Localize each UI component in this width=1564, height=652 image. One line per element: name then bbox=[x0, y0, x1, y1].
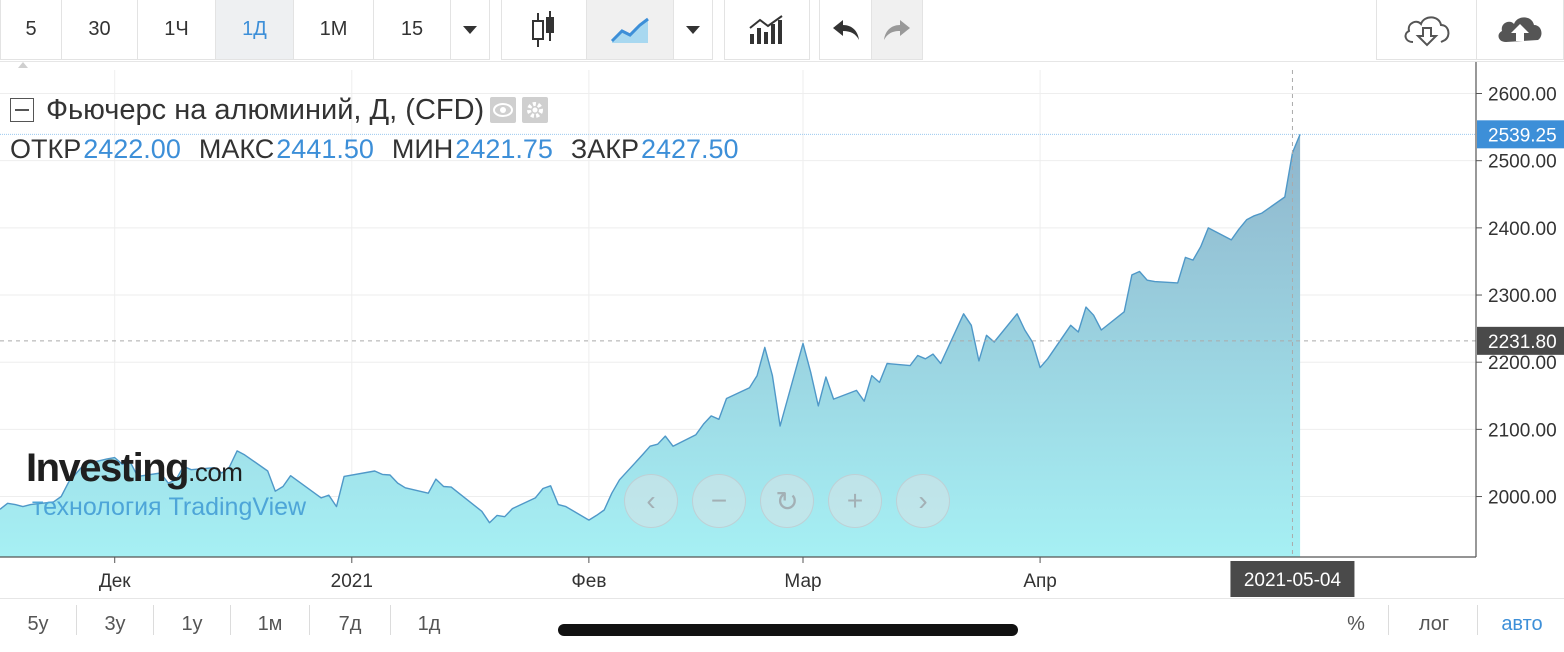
candlestick-icon bbox=[532, 10, 554, 47]
x-tick-label: Апр bbox=[1023, 571, 1057, 592]
ohlc-high-value: 2441.50 bbox=[276, 134, 374, 164]
area-chart-button[interactable] bbox=[586, 0, 674, 60]
chart-type-dropdown[interactable] bbox=[673, 0, 713, 60]
zoom-out-button[interactable]: − bbox=[692, 474, 746, 528]
x-tick-label: Мар bbox=[784, 571, 821, 592]
home-indicator bbox=[558, 624, 1018, 636]
redo-icon bbox=[884, 19, 910, 40]
area-chart-icon bbox=[610, 17, 649, 43]
y-tick-label: 2100.00 bbox=[1488, 420, 1557, 441]
range-3y[interactable]: 3у bbox=[77, 607, 153, 641]
range-1m[interactable]: 1м bbox=[231, 607, 309, 641]
ohlc-values: ОТКР 2422.00 МАКС 2441.50 МИН 2421.75 ЗА… bbox=[10, 134, 757, 165]
cloud-load-button[interactable] bbox=[1376, 0, 1477, 60]
instrument-title: Фьючерс на алюминий, Д, (CFD) bbox=[46, 93, 485, 126]
auto-scale-button[interactable]: авто bbox=[1480, 607, 1564, 641]
interval-15[interactable]: 15 bbox=[373, 0, 451, 60]
gear-icon[interactable] bbox=[522, 97, 549, 123]
ohlc-high: МАКС 2441.50 bbox=[199, 134, 374, 165]
last-price-tag-label: 2539.25 bbox=[1488, 125, 1557, 146]
watermark-brand-name: Investing bbox=[26, 446, 190, 490]
legend-title-row: Фьючерс на алюминий, Д, (CFD) bbox=[10, 92, 757, 128]
chart-legend: Фьючерс на алюминий, Д, (CFD) ОТКР 2422.… bbox=[10, 92, 757, 165]
cloud-save-button[interactable] bbox=[1476, 0, 1564, 60]
candle-chart-button[interactable] bbox=[501, 0, 587, 60]
log-scale-button[interactable]: лог bbox=[1392, 607, 1476, 641]
range-5y[interactable]: 5у bbox=[0, 607, 76, 641]
reset-zoom-button[interactable]: ↻ bbox=[760, 474, 814, 528]
investing-watermark: Investing.com технология TradingView bbox=[26, 446, 306, 522]
cloud-download-icon bbox=[1404, 15, 1449, 46]
interval-1h[interactable]: 1Ч bbox=[137, 0, 216, 60]
ohlc-open: ОТКР 2422.00 bbox=[10, 134, 181, 165]
ohlc-open-value: 2422.00 bbox=[83, 134, 181, 164]
cloud-upload-icon bbox=[1498, 16, 1542, 42]
interval-5[interactable]: 5 bbox=[0, 0, 62, 60]
y-tick-label: 2600.00 bbox=[1488, 85, 1557, 106]
range-divider bbox=[1388, 605, 1389, 635]
chart-toolbar: 5 30 1Ч 1Д 1М 15 bbox=[0, 0, 1564, 62]
ohlc-high-label: МАКС bbox=[198, 134, 275, 164]
undo-icon bbox=[832, 19, 859, 40]
ohlc-close-value: 2427.50 bbox=[640, 134, 739, 164]
y-tick-label: 2400.00 bbox=[1488, 219, 1557, 240]
ohlc-open-label: ОТКР bbox=[10, 134, 82, 164]
range-divider bbox=[1477, 605, 1478, 635]
indicators-button[interactable] bbox=[724, 0, 810, 60]
indicators-icon bbox=[749, 14, 783, 44]
collapse-legend-icon[interactable] bbox=[10, 98, 34, 122]
ohlc-close: ЗАКР 2427.50 bbox=[571, 134, 739, 165]
eye-icon[interactable] bbox=[490, 97, 517, 123]
percent-scale-button[interactable]: % bbox=[1326, 607, 1386, 641]
ohlc-low-value: 2421.75 bbox=[455, 134, 553, 164]
y-tick-label: 2200.00 bbox=[1488, 353, 1557, 374]
redo-button[interactable] bbox=[871, 0, 923, 60]
scroll-left-button[interactable]: ‹ bbox=[624, 474, 678, 528]
interval-dropdown[interactable] bbox=[450, 0, 490, 60]
y-tick-label: 2300.00 bbox=[1488, 286, 1557, 307]
undo-button[interactable] bbox=[819, 0, 872, 60]
chevron-down-icon bbox=[686, 25, 700, 34]
watermark-brand: Investing.com bbox=[26, 446, 306, 491]
ohlc-low: МИН 2421.75 bbox=[392, 134, 553, 165]
range-1y[interactable]: 1у bbox=[154, 607, 230, 641]
y-tick-label: 2500.00 bbox=[1488, 152, 1557, 173]
watermark-brand-suffix: .com bbox=[188, 457, 243, 487]
y-tick-label: 2000.00 bbox=[1488, 488, 1557, 509]
interval-1d[interactable]: 1Д bbox=[215, 0, 294, 60]
interval-1m[interactable]: 1М bbox=[293, 0, 374, 60]
scroll-right-button[interactable]: › bbox=[896, 474, 950, 528]
x-tick-label: Дек bbox=[99, 571, 131, 592]
chevron-down-icon bbox=[463, 25, 477, 34]
zoom-in-button[interactable]: + bbox=[828, 474, 882, 528]
crosshair-date-tag-label: 2021-05-04 bbox=[1244, 570, 1342, 591]
x-tick-label: 2021 bbox=[331, 571, 373, 592]
interval-30[interactable]: 30 bbox=[61, 0, 138, 60]
ohlc-close-label: ЗАКР bbox=[570, 134, 639, 164]
crosshair-price-tag-label: 2231.80 bbox=[1488, 332, 1557, 353]
range-1d[interactable]: 1д bbox=[391, 607, 467, 641]
x-tick-label: Фев bbox=[571, 571, 606, 592]
ohlc-low-label: МИН bbox=[391, 134, 454, 164]
watermark-subtitle: технология TradingView bbox=[32, 493, 307, 521]
range-7d[interactable]: 7д bbox=[310, 607, 390, 641]
